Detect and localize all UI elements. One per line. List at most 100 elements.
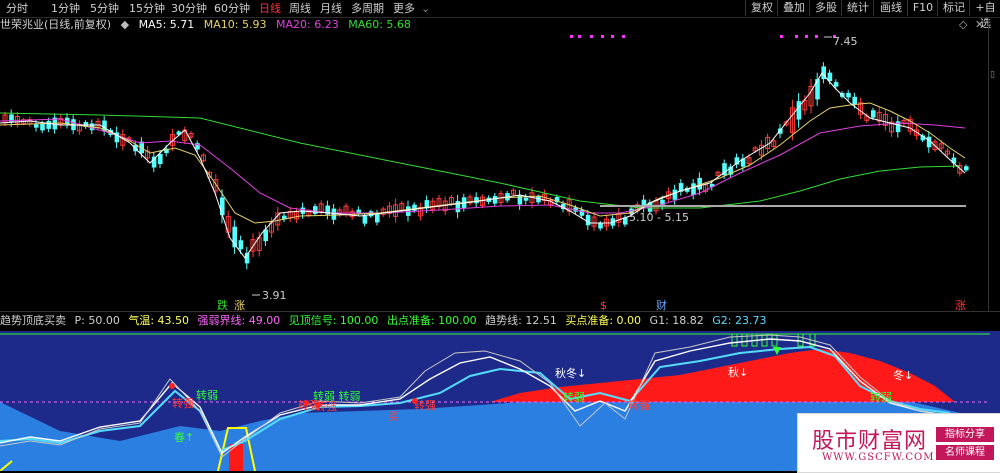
param-buy-prep: 买点准备: 0.00 — [565, 314, 642, 327]
overlay-button[interactable]: 叠加 — [777, 0, 810, 16]
signal-dot — [611, 35, 614, 38]
indicator-dot — [169, 383, 175, 389]
candle — [598, 220, 603, 231]
close-icon[interactable]: ✕ — [975, 18, 984, 31]
param-top-signal: 见顶信号: 100.00 — [288, 314, 379, 327]
draw-line-button[interactable]: 画线 — [873, 0, 908, 16]
candle — [14, 112, 20, 128]
tab-30min[interactable]: 30分钟 — [171, 1, 207, 16]
multi-stock-button[interactable]: 多股 — [809, 0, 842, 16]
candle — [200, 153, 206, 163]
candle — [672, 184, 678, 205]
low-price-label: 3.91 — [262, 289, 287, 302]
ma20-label: MA20: 6.23 — [276, 18, 339, 31]
indicator-dot — [625, 384, 631, 390]
candle — [591, 212, 597, 232]
candle — [114, 126, 120, 149]
f10-button[interactable]: F10 — [907, 0, 938, 16]
signal-dot — [805, 35, 808, 38]
candle — [380, 206, 386, 217]
param-g2: G2: 23.73 — [712, 314, 767, 327]
candle — [325, 200, 330, 220]
tab-15min[interactable]: 15分钟 — [129, 1, 165, 16]
candle — [964, 164, 969, 173]
candle — [889, 116, 895, 137]
high-price-label: 7.45 — [833, 35, 858, 48]
mark-button[interactable]: 标记 — [937, 0, 970, 16]
candle — [287, 207, 293, 223]
right-scroll-strip[interactable] — [988, 17, 1000, 311]
param-temperature: 气温: 43.50 — [128, 314, 190, 327]
signal-dot — [590, 35, 593, 38]
add-watchlist-button[interactable]: +自选 — [969, 0, 1000, 30]
candle — [282, 212, 287, 223]
ma5-line — [0, 72, 966, 259]
watermark-tag-courses: 名师课程 — [936, 445, 994, 460]
candle — [517, 190, 523, 210]
candle — [876, 107, 882, 127]
watermark-title: 股市财富网 — [812, 429, 928, 454]
candlesticks — [2, 62, 969, 270]
tab-daily[interactable]: 日线 — [259, 1, 281, 16]
label-weak-2: 转弱 — [563, 390, 585, 404]
candle — [846, 89, 851, 101]
watermark-logo: 股市财富网 WWW.GSCFW.COM 指标分享 名师课程 — [797, 413, 1000, 473]
ma10-label: MA10: 5.93 — [203, 18, 267, 31]
candle — [430, 197, 436, 214]
candle — [102, 116, 107, 136]
candle — [455, 194, 461, 219]
indicator-name: 趋势顶底买卖 — [0, 314, 66, 327]
candle — [337, 207, 343, 218]
tab-5min[interactable]: 5分钟 — [90, 1, 119, 16]
tab-more[interactable]: 更多 — [393, 1, 415, 16]
diamond-icon[interactable]: ◇ — [959, 18, 967, 31]
candle — [375, 209, 380, 226]
signal-dot — [622, 35, 625, 38]
candle — [213, 173, 219, 197]
panel-divider[interactable] — [0, 311, 1000, 312]
right-scroll-icon[interactable]: ▯ — [990, 70, 995, 80]
signal-dot — [570, 35, 573, 38]
price-chart[interactable]: 7.45 3.91 5.10 - 5.15 跌 涨 $ 财 涨 — [0, 33, 988, 311]
tab-1min[interactable]: 1分钟 — [51, 1, 80, 16]
indicator-dot — [315, 402, 321, 408]
candle — [728, 163, 733, 178]
period-toolbar: 分时 1分钟 5分钟 15分钟 30分钟 60分钟 日线 周线 月线 多周期 更… — [0, 0, 1000, 30]
stock-title: 世荣兆业(日线,前复权) — [0, 18, 112, 31]
candle — [2, 111, 8, 127]
marker-dollar: $ — [600, 299, 607, 311]
indicator-dot — [412, 398, 418, 404]
ma5-label: MA5: 5.71 — [138, 18, 195, 31]
signal-dot — [780, 35, 783, 38]
chevron-down-icon[interactable]: ⌄ — [421, 1, 430, 16]
signal-dot — [578, 35, 581, 38]
marker-zhang-right: 涨 — [955, 299, 966, 311]
candle — [58, 114, 64, 129]
range-label: 5.10 - 5.15 — [629, 211, 689, 224]
tab-weekly[interactable]: 周线 — [289, 1, 311, 16]
candle — [510, 188, 516, 197]
indicator-info: 趋势顶底买卖 P: 50.00 气温: 43.50 强弱界线: 49.00 见顶… — [0, 313, 771, 329]
label-weak-3: 转弱 — [870, 390, 892, 404]
tab-60min[interactable]: 60分钟 — [214, 1, 250, 16]
tab-fenshi[interactable]: 分时 — [6, 1, 28, 16]
restore-rights-button[interactable]: 复权 — [745, 0, 778, 16]
statistics-button[interactable]: 统计 — [841, 0, 874, 16]
tab-multi-period[interactable]: 多周期 — [351, 1, 384, 16]
label-spring: 春↑ — [174, 431, 194, 444]
param-exit-prep: 出点准备: 100.00 — [386, 314, 477, 327]
signal-dot — [795, 35, 798, 38]
candle — [386, 202, 392, 218]
param-g1: G1: 18.82 — [649, 314, 704, 327]
candle — [734, 153, 740, 169]
watermark-url: WWW.GSCFW.COM — [822, 452, 935, 463]
candle — [313, 203, 318, 217]
candle — [76, 120, 82, 135]
candle — [151, 151, 157, 173]
candle — [417, 202, 423, 221]
settings-icon[interactable]: ◆ — [121, 18, 129, 31]
signal-dot — [815, 35, 818, 38]
candle — [263, 224, 268, 246]
tab-monthly[interactable]: 月线 — [320, 1, 342, 16]
candle — [474, 192, 479, 209]
